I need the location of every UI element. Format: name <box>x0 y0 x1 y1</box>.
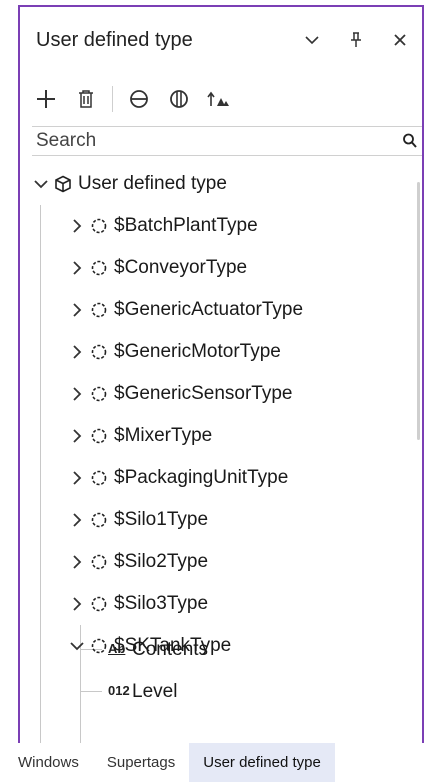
expand-icon[interactable] <box>159 79 199 119</box>
dashed-circle-icon <box>90 553 108 571</box>
chevron-right-icon[interactable] <box>68 511 86 529</box>
tree-child-row[interactable]: 012 Level <box>20 671 422 713</box>
search-box <box>32 126 422 156</box>
tree-type-label: $GenericSensorType <box>114 383 293 404</box>
pin-icon[interactable] <box>334 25 378 55</box>
panel-title: User defined type <box>36 29 193 51</box>
tree-type-label: $BatchPlantType <box>114 215 258 236</box>
tree-type-label: $Silo2Type <box>114 551 209 572</box>
tree-type-row[interactable]: $BatchPlantType <box>20 205 422 247</box>
number-type-badge: 012 <box>108 683 130 698</box>
dashed-circle-icon <box>90 385 108 403</box>
chevron-right-icon[interactable] <box>68 385 86 403</box>
panel-toolbar <box>20 77 422 121</box>
collapse-icon[interactable] <box>119 79 159 119</box>
tree-type-row[interactable]: $MixerType <box>20 415 422 457</box>
add-icon[interactable] <box>26 79 66 119</box>
chevron-right-icon[interactable] <box>68 343 86 361</box>
dashed-circle-icon <box>90 217 108 235</box>
dashed-circle-icon <box>90 301 108 319</box>
tree-child-label: Level <box>132 681 178 702</box>
tree-type-label: $ConveyorType <box>114 257 248 278</box>
tab-supertags[interactable]: Supertags <box>93 743 189 782</box>
tree-root-row[interactable]: User defined type <box>20 163 422 205</box>
dashed-circle-icon <box>90 259 108 277</box>
tree-child-label: Contents <box>132 639 209 660</box>
bottom-tab-bar: Windows Supertags User defined type <box>0 743 426 782</box>
tree-type-row[interactable]: $GenericMotorType <box>20 331 422 373</box>
chevron-right-icon[interactable] <box>68 595 86 613</box>
tree-type-row[interactable]: $Silo1Type <box>20 499 422 541</box>
chevron-right-icon[interactable] <box>68 469 86 487</box>
tab-windows[interactable]: Windows <box>0 743 93 782</box>
tree-type-label: $Silo1Type <box>114 509 209 530</box>
dashed-circle-icon <box>90 595 108 613</box>
tree-type-row[interactable]: $Silo2Type <box>20 541 422 583</box>
tree-type-label: $Silo3Type <box>114 593 209 614</box>
cube-icon <box>54 175 72 193</box>
sort-icon[interactable] <box>199 79 239 119</box>
chevron-down-icon[interactable] <box>32 175 50 193</box>
delete-icon[interactable] <box>66 79 106 119</box>
tree-type-row[interactable]: $GenericSensorType <box>20 373 422 415</box>
search-icon[interactable] <box>402 132 418 155</box>
tree-type-row[interactable]: $PackagingUnitType <box>20 457 422 499</box>
chevron-right-icon[interactable] <box>68 301 86 319</box>
tab-user-defined-type[interactable]: User defined type <box>189 743 335 782</box>
chevron-right-icon[interactable] <box>68 259 86 277</box>
close-icon[interactable] <box>378 25 422 55</box>
tree-root-label: User defined type <box>78 173 227 194</box>
toolbar-divider <box>112 86 113 112</box>
panel-titlebar: User defined type <box>20 7 422 73</box>
tree-type-row[interactable]: $GenericActuatorType <box>20 289 422 331</box>
titlebar-controls <box>290 25 422 55</box>
chevron-down-icon[interactable] <box>290 25 334 55</box>
dashed-circle-icon <box>90 469 108 487</box>
dashed-circle-icon <box>90 343 108 361</box>
tree-child-row[interactable]: Ab Contents <box>20 629 422 671</box>
dashed-circle-icon <box>90 427 108 445</box>
tree-type-row[interactable]: $Silo3Type <box>20 583 422 625</box>
tree-type-row[interactable]: $ConveyorType <box>20 247 422 289</box>
dashed-circle-icon <box>90 511 108 529</box>
user-defined-type-panel: User defined type Search User defined ty… <box>18 5 424 743</box>
tree-type-label: $PackagingUnitType <box>114 467 289 488</box>
tree-type-label: $MixerType <box>114 425 213 446</box>
search-input[interactable] <box>32 127 400 155</box>
text-type-badge: Ab <box>108 641 126 656</box>
tree-type-label: $GenericMotorType <box>114 341 281 362</box>
chevron-right-icon[interactable] <box>68 553 86 571</box>
tree-type-label: $GenericActuatorType <box>114 299 304 320</box>
chevron-right-icon[interactable] <box>68 217 86 235</box>
chevron-right-icon[interactable] <box>68 427 86 445</box>
